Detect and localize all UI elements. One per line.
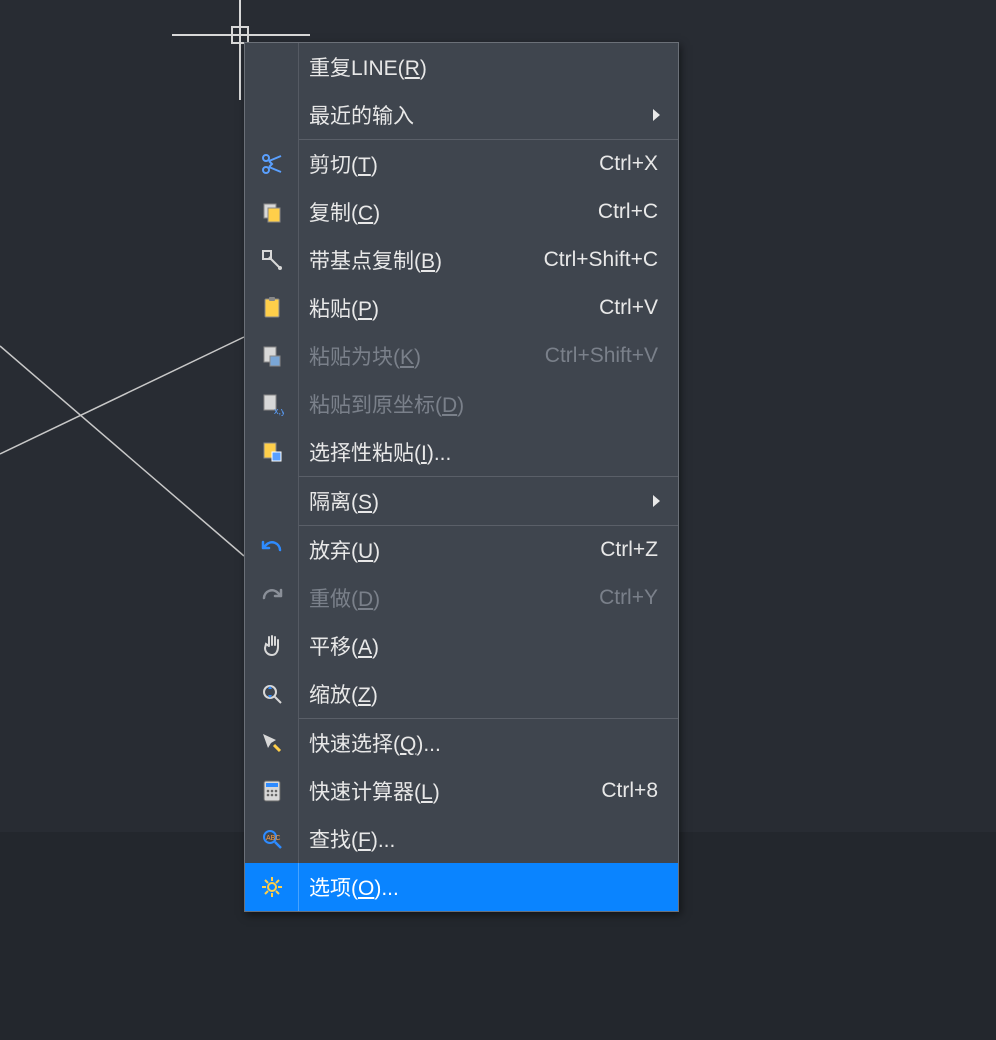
menu-item-shortcut: Ctrl+Shift+V bbox=[535, 344, 664, 368]
menu-item-label: 隔离(S) bbox=[299, 486, 653, 516]
menu-item-shortcut: Ctrl+Y bbox=[589, 586, 664, 610]
menu-item-pan[interactable]: 平移(A) bbox=[245, 622, 678, 670]
menu-item-label: 快速选择(Q)... bbox=[299, 728, 664, 758]
menu-item-find[interactable]: 查找(F)... bbox=[245, 815, 678, 863]
menu-item-isolate[interactable]: 隔离(S) bbox=[245, 477, 678, 525]
menu-item-label: 复制(C) bbox=[299, 197, 588, 227]
paste-orig-icon bbox=[245, 380, 299, 428]
paste-block-icon bbox=[245, 332, 299, 380]
menu-item-paste-orig: 粘贴到原坐标(D) bbox=[245, 380, 678, 428]
paste-icon bbox=[245, 284, 299, 332]
menu-item-options[interactable]: 选项(O)... bbox=[245, 863, 678, 911]
menu-item-shortcut: Ctrl+C bbox=[588, 200, 664, 224]
menu-item-redo: 重做(D)Ctrl+Y bbox=[245, 574, 678, 622]
menu-item-shortcut: Ctrl+Shift+C bbox=[534, 248, 664, 272]
menu-item-label: 快速计算器(L) bbox=[299, 776, 591, 806]
menu-item-label: 带基点复制(B) bbox=[299, 245, 534, 275]
menu-item-repeat-line[interactable]: 重复LINE(R) bbox=[245, 43, 678, 91]
menu-item-shortcut: Ctrl+8 bbox=[591, 779, 664, 803]
menu-item-label: 粘贴(P) bbox=[299, 293, 589, 323]
no-icon bbox=[245, 477, 299, 525]
menu-item-paste[interactable]: 粘贴(P)Ctrl+V bbox=[245, 284, 678, 332]
no-icon bbox=[245, 43, 299, 91]
menu-item-copy[interactable]: 复制(C)Ctrl+C bbox=[245, 188, 678, 236]
menu-item-label: 重复LINE(R) bbox=[299, 52, 664, 82]
menu-item-shortcut: Ctrl+V bbox=[589, 296, 664, 320]
menu-item-undo[interactable]: 放弃(U)Ctrl+Z bbox=[245, 526, 678, 574]
menu-item-label: 最近的输入 bbox=[299, 100, 653, 130]
menu-item-cut[interactable]: 剪切(T)Ctrl+X bbox=[245, 140, 678, 188]
menu-item-label: 粘贴为块(K) bbox=[299, 341, 535, 371]
menu-item-label: 查找(F)... bbox=[299, 824, 664, 854]
menu-item-recent-input[interactable]: 最近的输入 bbox=[245, 91, 678, 139]
chevron-right-icon bbox=[653, 109, 660, 121]
menu-item-shortcut: Ctrl+Z bbox=[590, 538, 664, 562]
menu-item-label: 放弃(U) bbox=[299, 535, 590, 565]
menu-item-label: 剪切(T) bbox=[299, 149, 589, 179]
paste-special-icon bbox=[245, 428, 299, 476]
calculator-icon bbox=[245, 767, 299, 815]
find-icon bbox=[245, 815, 299, 863]
menu-item-paste-special[interactable]: 选择性粘贴(I)... bbox=[245, 428, 678, 476]
chevron-right-icon bbox=[653, 495, 660, 507]
pan-icon bbox=[245, 622, 299, 670]
redo-icon bbox=[245, 574, 299, 622]
menu-item-zoom[interactable]: 缩放(Z) bbox=[245, 670, 678, 718]
context-menu: 重复LINE(R)最近的输入剪切(T)Ctrl+X复制(C)Ctrl+C带基点复… bbox=[244, 42, 679, 912]
menu-item-quick-select[interactable]: 快速选择(Q)... bbox=[245, 719, 678, 767]
copy-base-icon bbox=[245, 236, 299, 284]
menu-item-label: 平移(A) bbox=[299, 631, 664, 661]
no-icon bbox=[245, 91, 299, 139]
menu-item-copy-base[interactable]: 带基点复制(B)Ctrl+Shift+C bbox=[245, 236, 678, 284]
quick-select-icon bbox=[245, 719, 299, 767]
copy-icon bbox=[245, 188, 299, 236]
undo-icon bbox=[245, 526, 299, 574]
menu-item-quick-calc[interactable]: 快速计算器(L)Ctrl+8 bbox=[245, 767, 678, 815]
menu-item-paste-block: 粘贴为块(K)Ctrl+Shift+V bbox=[245, 332, 678, 380]
scissors-icon bbox=[245, 140, 299, 188]
menu-item-label: 重做(D) bbox=[299, 583, 589, 613]
zoom-icon bbox=[245, 670, 299, 718]
menu-item-label: 粘贴到原坐标(D) bbox=[299, 389, 664, 419]
menu-item-label: 选项(O)... bbox=[299, 872, 664, 902]
gear-icon bbox=[245, 863, 299, 911]
menu-item-label: 选择性粘贴(I)... bbox=[299, 437, 664, 467]
menu-item-shortcut: Ctrl+X bbox=[589, 152, 664, 176]
menu-item-label: 缩放(Z) bbox=[299, 679, 664, 709]
